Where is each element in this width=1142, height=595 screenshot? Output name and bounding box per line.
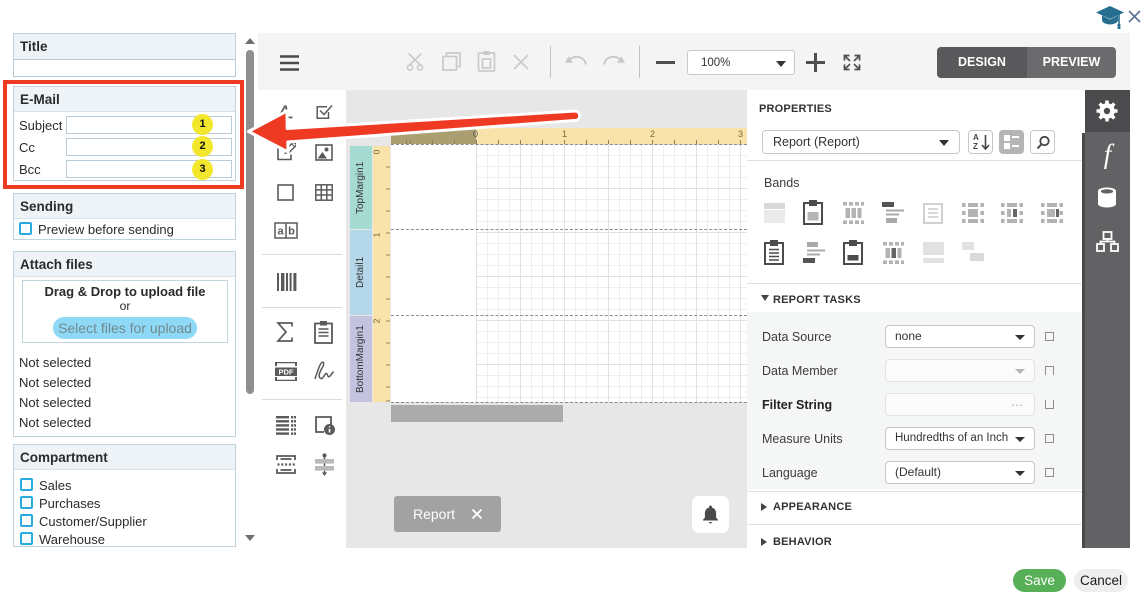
svg-text:b: b bbox=[288, 226, 295, 238]
svg-text:PDF: PDF bbox=[279, 368, 294, 377]
svg-text:a: a bbox=[277, 226, 284, 238]
